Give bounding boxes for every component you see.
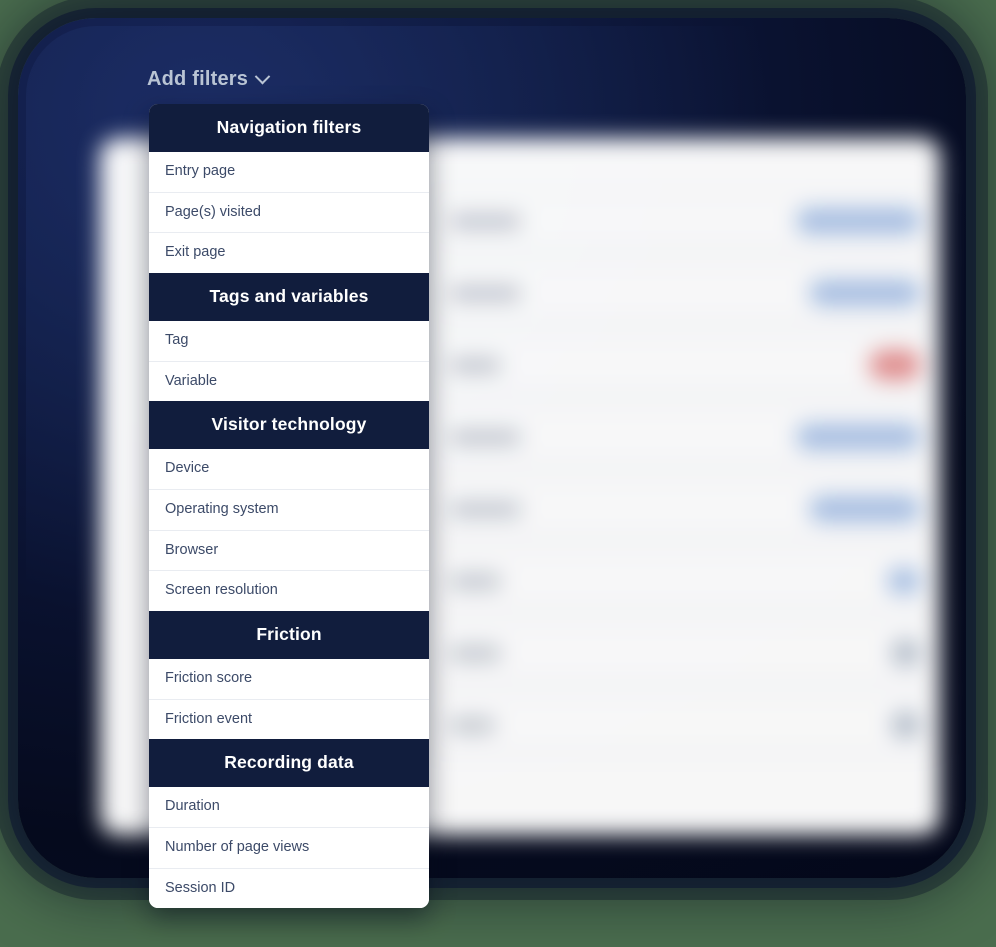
background-row-badge <box>796 424 921 450</box>
filter-menu-item[interactable]: Tag <box>149 321 429 362</box>
background-row-badge <box>796 208 921 234</box>
add-filters-dropdown-menu[interactable]: Navigation filters Entry page Page(s) visi… <box>149 104 429 909</box>
background-list-row <box>430 697 940 753</box>
filter-menu-item[interactable]: Session ID <box>149 868 429 909</box>
filter-group-header: Friction <box>149 611 429 660</box>
filter-menu-item[interactable]: Screen resolution <box>149 571 429 612</box>
chevron-down-icon <box>254 68 271 85</box>
background-row-label <box>449 430 521 444</box>
background-list-row <box>430 409 940 465</box>
filter-group-header: Visitor technology <box>149 401 429 450</box>
background-session-rows <box>430 193 940 753</box>
background-row-label <box>449 502 521 516</box>
filter-group-header: Recording data <box>149 739 429 788</box>
filter-menu-item[interactable]: Browser <box>149 530 429 572</box>
background-list-row <box>430 193 940 249</box>
background-row-badge <box>809 280 921 306</box>
filter-menu-item[interactable]: Page(s) visited <box>149 192 429 234</box>
add-filters-trigger[interactable]: Add filters <box>147 68 271 91</box>
filter-group-header: Tags and variables <box>149 273 429 322</box>
background-list-row <box>430 625 940 681</box>
background-row-badge <box>809 496 921 522</box>
filter-menu-item[interactable]: Operating system <box>149 490 429 531</box>
filter-menu-item[interactable]: Number of page views <box>149 828 429 869</box>
filter-menu-item[interactable]: Device <box>149 449 429 491</box>
filter-menu-item[interactable]: Duration <box>149 787 429 829</box>
dark-stage-panel: Add filters Navigation filters Entry page… <box>18 18 966 909</box>
background-row-label <box>449 358 501 372</box>
background-row-label <box>449 286 521 300</box>
background-row-label <box>449 574 501 588</box>
filter-menu-item[interactable]: Friction score <box>149 659 429 700</box>
filter-menu-item[interactable]: Friction event <box>149 699 429 740</box>
background-list-row <box>430 553 940 609</box>
filter-menu-item[interactable]: Variable <box>149 361 429 402</box>
add-filters-label: Add filters <box>147 68 249 90</box>
background-row-badge <box>869 350 921 380</box>
filter-menu-item[interactable]: Exit page <box>149 233 429 274</box>
filter-group-header: Navigation filters <box>149 104 429 152</box>
background-row-label <box>449 214 521 228</box>
background-list-row <box>430 337 940 393</box>
filter-menu-item[interactable]: Entry page <box>149 152 429 193</box>
background-row-label <box>449 646 501 660</box>
background-row-badge <box>891 640 921 666</box>
background-row-badge <box>887 568 921 594</box>
background-row-label <box>449 718 495 732</box>
background-list-row <box>430 481 940 537</box>
background-row-badge <box>891 712 921 738</box>
background-list-row <box>430 265 940 321</box>
